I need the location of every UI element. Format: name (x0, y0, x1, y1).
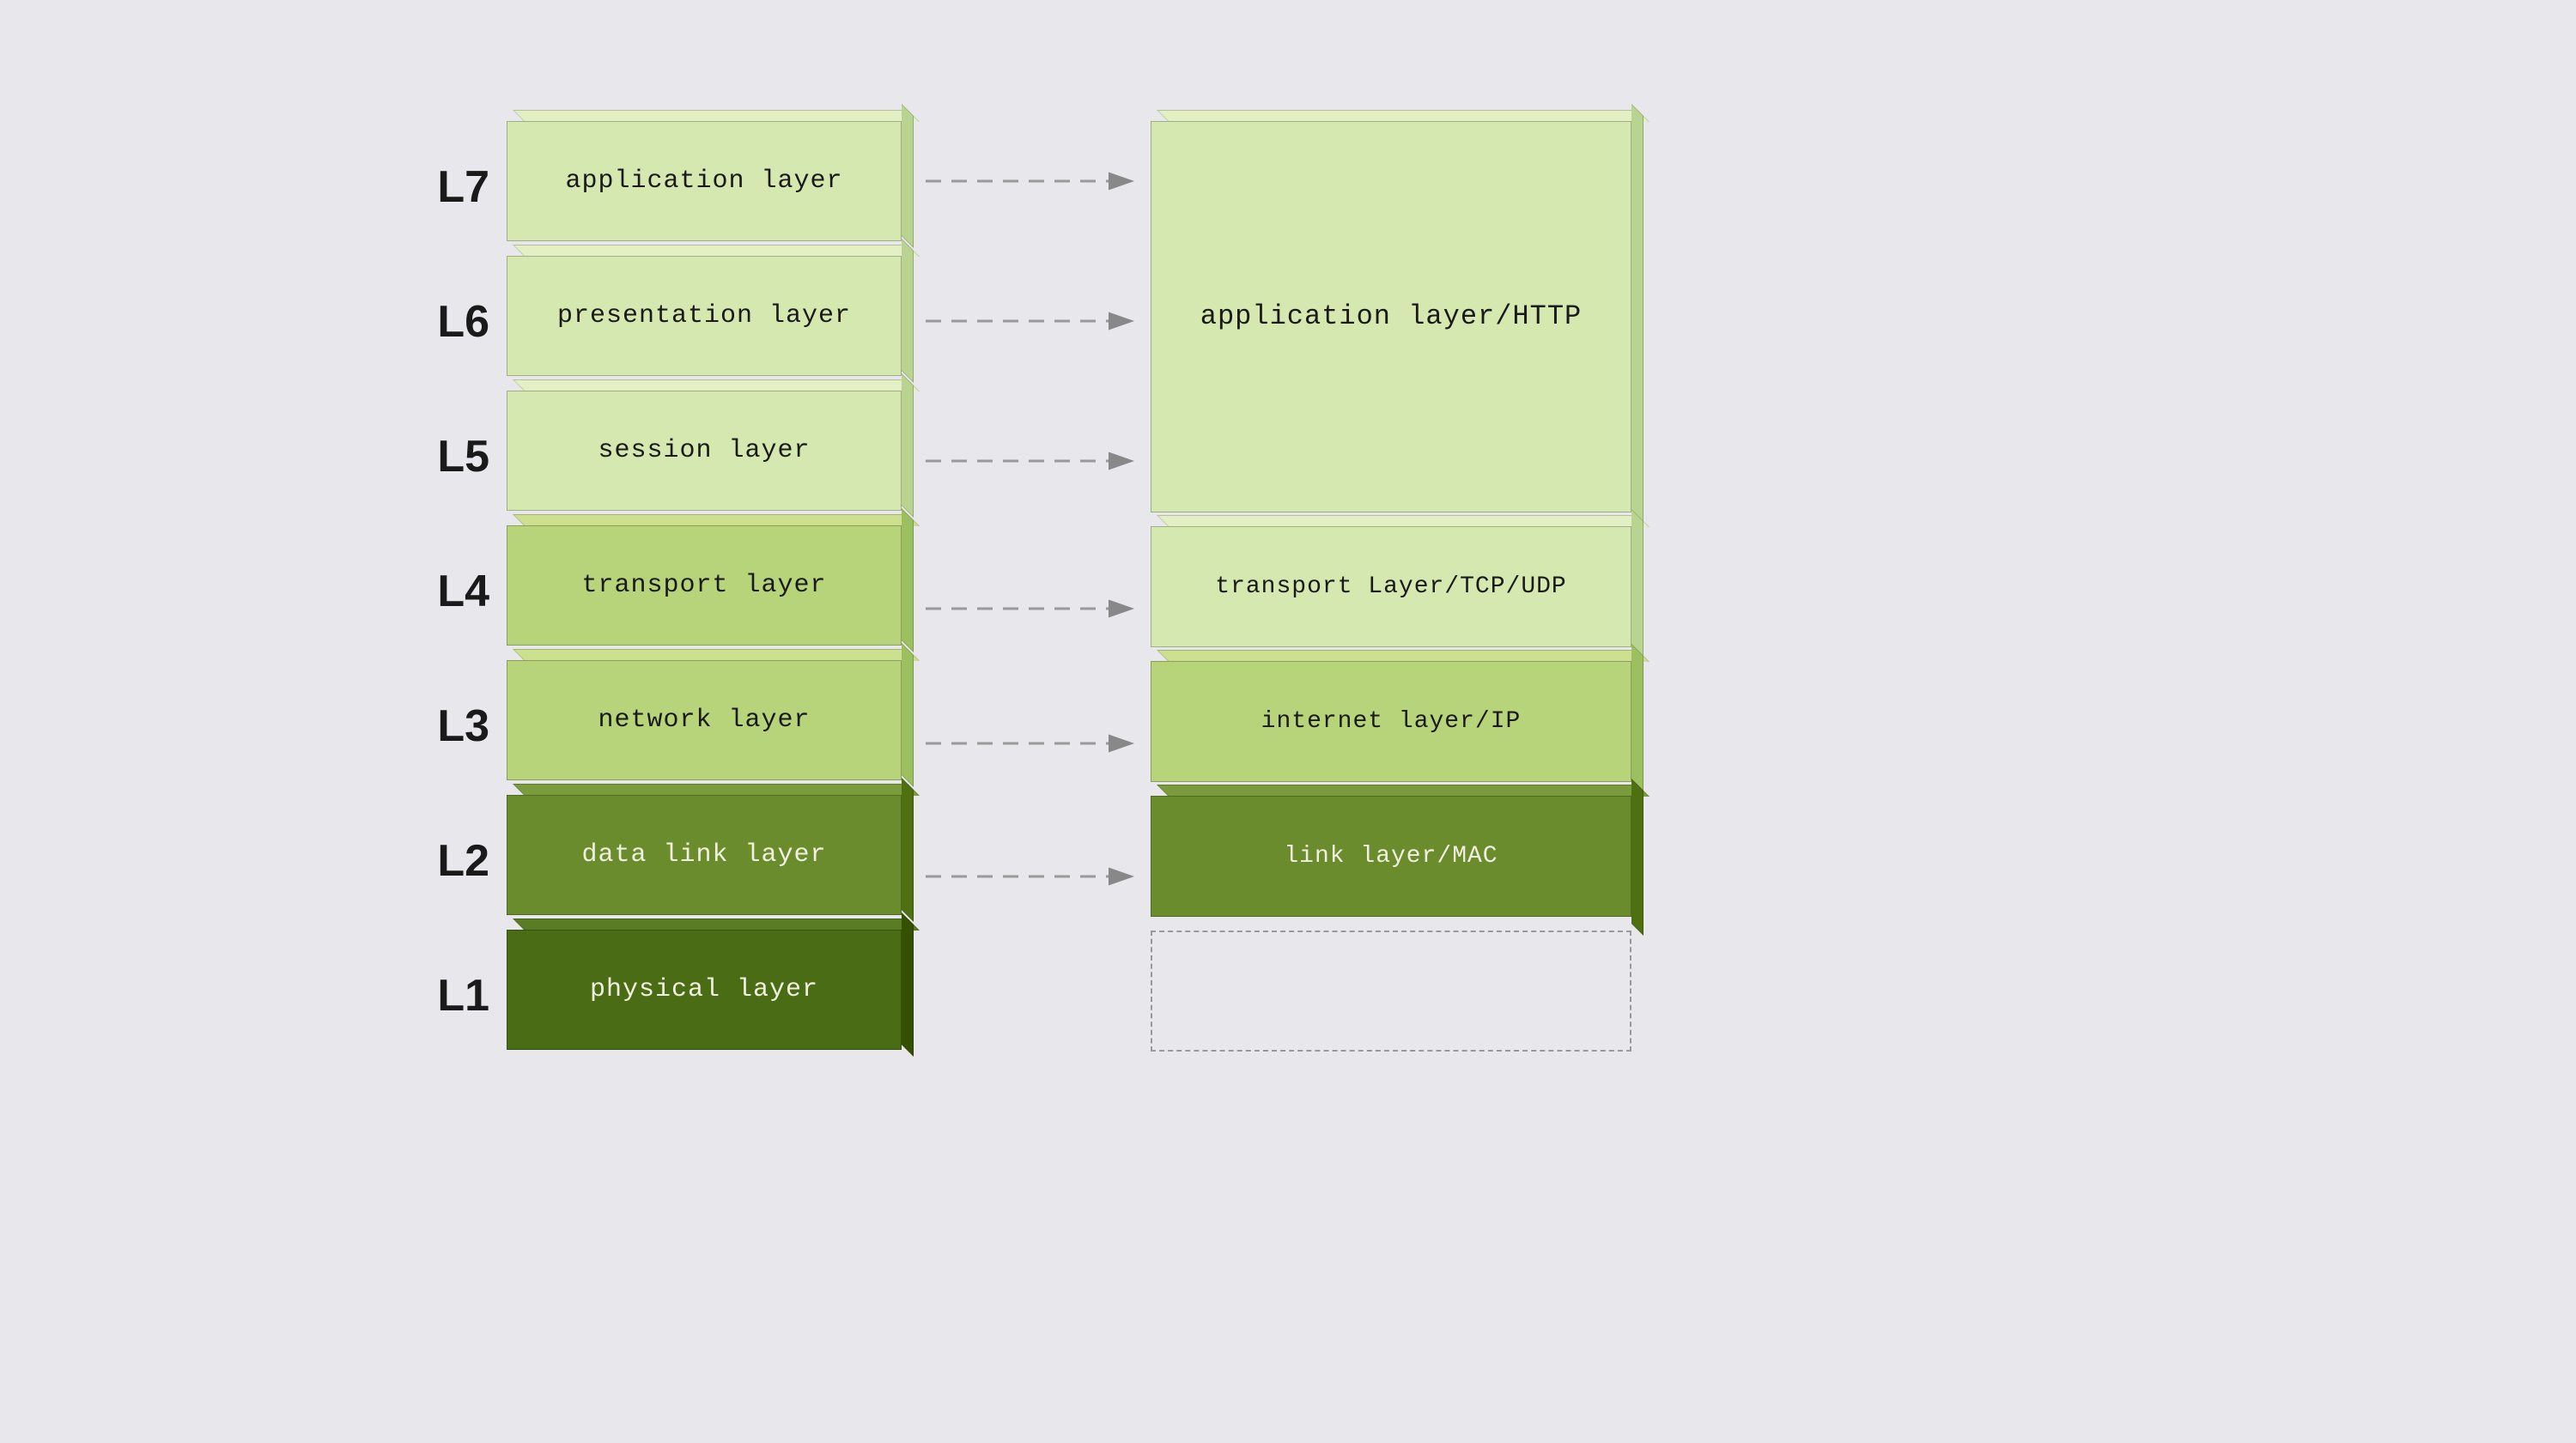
tcp-text-app: application layer/HTTP (1200, 300, 1582, 332)
osi-text-L1: physical layer (590, 975, 818, 1004)
osi-text-L6: presentation layer (557, 301, 851, 330)
osi-box-L7: application layer (507, 121, 919, 254)
osi-layer-row-L3: L3 network layer (395, 660, 962, 793)
tcp-stack: application layer/HTTP transport Layer/T… (1151, 121, 1649, 1065)
tcp-box-link: link layer/MAC (1151, 796, 1657, 929)
osi-text-L2: data link layer (581, 840, 826, 870)
osi-text-L5: session layer (598, 436, 810, 465)
osi-box-L4: transport layer (507, 525, 919, 658)
osi-diagram: L7 application layer L6 presentation lay… (258, 78, 2318, 1366)
osi-layer-row-L2: L2 data link layer (395, 795, 962, 928)
osi-stack: L7 application layer L6 presentation lay… (395, 121, 962, 1063)
osi-label-L7: L7 (395, 161, 489, 213)
osi-label-L4: L4 (395, 566, 489, 617)
osi-text-L3: network layer (598, 706, 810, 735)
tcp-box-app: application layer/HTTP (1151, 121, 1657, 524)
osi-box-L2: data link layer (507, 795, 919, 928)
tcp-text-transport: transport Layer/TCP/UDP (1215, 573, 1566, 600)
tcp-box-internet: internet layer/IP (1151, 661, 1657, 794)
osi-layer-row-L7: L7 application layer (395, 121, 962, 254)
osi-box-L5: session layer (507, 391, 919, 524)
osi-label-L3: L3 (395, 700, 489, 752)
osi-layer-row-L1: L1 physical layer (395, 930, 962, 1063)
osi-label-L1: L1 (395, 970, 489, 1022)
tcp-box-physical (1151, 931, 1657, 1064)
osi-label-L6: L6 (395, 296, 489, 348)
osi-box-L1: physical layer (507, 930, 919, 1063)
osi-layer-row-L4: L4 transport layer (395, 525, 962, 658)
osi-text-L7: application layer (565, 167, 842, 196)
osi-text-L4: transport layer (581, 571, 826, 600)
osi-layer-row-L5: L5 session layer (395, 391, 962, 524)
osi-label-L2: L2 (395, 835, 489, 887)
tcp-box-transport: transport Layer/TCP/UDP (1151, 526, 1657, 659)
osi-box-L3: network layer (507, 660, 919, 793)
osi-box-L6: presentation layer (507, 256, 919, 389)
tcp-text-link: link layer/MAC (1284, 843, 1498, 870)
osi-label-L5: L5 (395, 431, 489, 482)
osi-layer-row-L6: L6 presentation layer (395, 256, 962, 389)
tcp-text-internet: internet layer/IP (1261, 708, 1522, 735)
